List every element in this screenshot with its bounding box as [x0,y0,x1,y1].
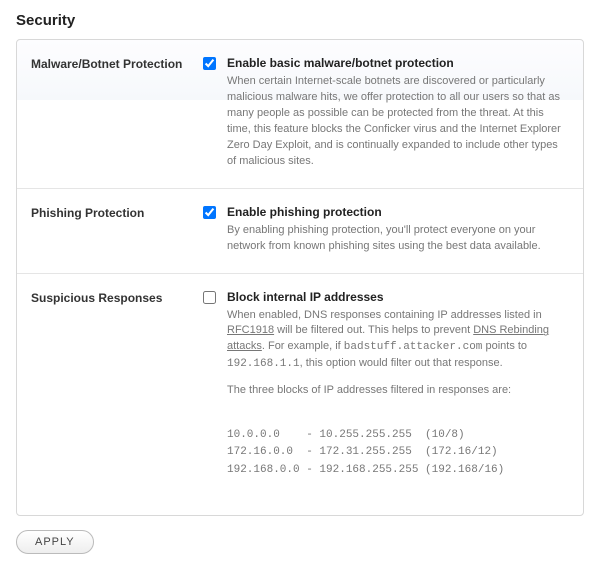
suspicious-desc-mid: will be filtered out. This helps to prev… [274,324,473,336]
ip-block-row: 192.168.0.0 - 192.168.255.255 (192.168/1… [227,464,504,476]
suspicious-desc-post3: , this option would filter out that resp… [300,357,503,369]
section-phishing-label: Phishing Protection [31,205,203,255]
blocks-intro: The three blocks of IP addresses filtere… [227,383,569,399]
page-title: Security [16,12,584,29]
suspicious-desc-post1: . For example, if [262,340,344,352]
apply-button[interactable]: APPLY [16,530,94,554]
suspicious-desc-pre: When enabled, DNS responses containing I… [227,309,542,321]
phishing-option-title: Enable phishing protection [227,205,569,219]
suspicious-option-title: Block internal IP addresses [227,290,569,304]
suspicious-option-desc: When enabled, DNS responses containing I… [227,308,569,498]
example-host: badstuff.attacker.com [344,341,483,353]
ip-block-row: 172.16.0.0 - 172.31.255.255 (172.16/12) [227,446,498,458]
section-suspicious-label: Suspicious Responses [31,290,203,498]
malware-option-desc: When certain Internet-scale botnets are … [227,74,569,170]
section-suspicious: Suspicious Responses Block internal IP a… [17,274,583,516]
malware-option-title: Enable basic malware/botnet protection [227,56,569,70]
section-phishing: Phishing Protection Enable phishing prot… [17,189,583,274]
malware-checkbox[interactable] [203,57,216,70]
phishing-option-desc: By enabling phishing protection, you'll … [227,223,569,255]
suspicious-checkbox[interactable] [203,291,216,304]
ip-block-list: 10.0.0.0 - 10.255.255.255 (10/8) 172.16.… [227,409,569,497]
ip-block-row: 10.0.0.0 - 10.255.255.255 (10/8) [227,429,465,441]
section-malware-label: Malware/Botnet Protection [31,56,203,170]
phishing-checkbox[interactable] [203,206,216,219]
example-ip: 192.168.1.1 [227,358,300,370]
section-malware: Malware/Botnet Protection Enable basic m… [17,40,583,189]
rfc1918-link[interactable]: RFC1918 [227,324,274,336]
security-panel: Malware/Botnet Protection Enable basic m… [16,39,584,516]
suspicious-desc-post2: points to [482,340,527,352]
